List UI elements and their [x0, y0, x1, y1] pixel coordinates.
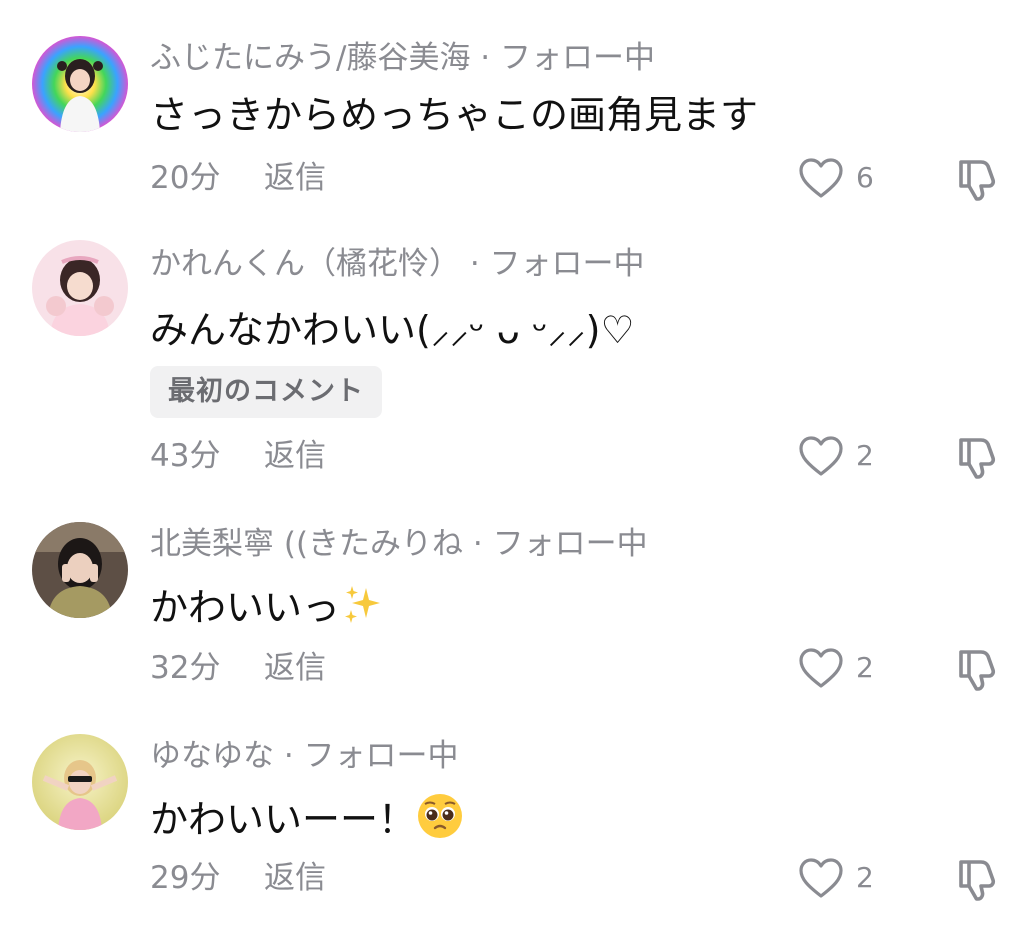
avatar[interactable]: [32, 36, 128, 132]
thumbs-down-icon: [959, 438, 996, 479]
comment-text-body: かわいいーー！: [150, 797, 417, 842]
like-button[interactable]: 6: [798, 156, 874, 200]
reply-button[interactable]: 返信: [264, 646, 326, 690]
dislike-button[interactable]: [955, 644, 1003, 692]
like-button[interactable]: 2: [798, 856, 874, 900]
thumbs-down-icon: [959, 160, 996, 201]
avatar[interactable]: [32, 522, 128, 618]
comment-author[interactable]: かれんくん（橘花怜） · フォロー中: [150, 244, 645, 284]
like-button[interactable]: 2: [798, 434, 874, 478]
comment-time: 20分: [150, 160, 221, 196]
comment-meta: 32分 返信: [150, 646, 326, 690]
avatar[interactable]: [32, 240, 128, 336]
sparkles-icon: [340, 582, 384, 638]
reply-button[interactable]: 返信: [264, 156, 326, 200]
comment-author[interactable]: 北美梨寧 ((きたみりね · フォロー中: [150, 524, 648, 564]
like-button[interactable]: 2: [798, 646, 874, 690]
reply-button[interactable]: 返信: [264, 434, 326, 478]
comment-author[interactable]: ゆなゆな · フォロー中: [150, 736, 459, 776]
first-comment-badge: 最初のコメント: [150, 366, 382, 418]
thumbs-down-icon: [959, 860, 996, 901]
pleading-face-icon: [416, 792, 464, 852]
like-count: 6: [856, 161, 874, 194]
comment-text-body: かわいいっ: [150, 585, 341, 630]
comment-meta: 20分 返信: [150, 156, 326, 200]
comment-time: 43分: [150, 438, 221, 474]
like-count: 2: [856, 439, 874, 472]
heart-outline-icon: [799, 858, 843, 898]
thumbs-down-icon: [959, 650, 996, 691]
comment-text: みんなかわいい(⸝⸝ᵕ ᴗ ᵕ⸝⸝)♡: [150, 308, 635, 352]
heart-outline-icon: [799, 158, 843, 198]
reply-button[interactable]: 返信: [264, 856, 326, 900]
heart-outline-icon: [799, 648, 843, 688]
dislike-button[interactable]: [955, 154, 1003, 202]
comment-author[interactable]: ふじたにみう/藤谷美海 · フォロー中: [150, 38, 655, 78]
comment-time: 32分: [150, 650, 221, 686]
heart-outline-icon: [799, 436, 843, 476]
avatar[interactable]: [32, 734, 128, 830]
comment-text: さっきからめっちゃこの画角見ます: [150, 93, 759, 137]
comment-meta: 43分 返信: [150, 434, 326, 478]
comment-text: かわいいっ: [150, 582, 384, 638]
dislike-button[interactable]: [955, 854, 1003, 902]
dislike-button[interactable]: [955, 432, 1003, 480]
like-count: 2: [856, 651, 874, 684]
comment-text: かわいいーー！: [150, 792, 464, 852]
comment-meta: 29分 返信: [150, 856, 326, 900]
comment-time: 29分: [150, 860, 221, 896]
like-count: 2: [856, 861, 874, 894]
